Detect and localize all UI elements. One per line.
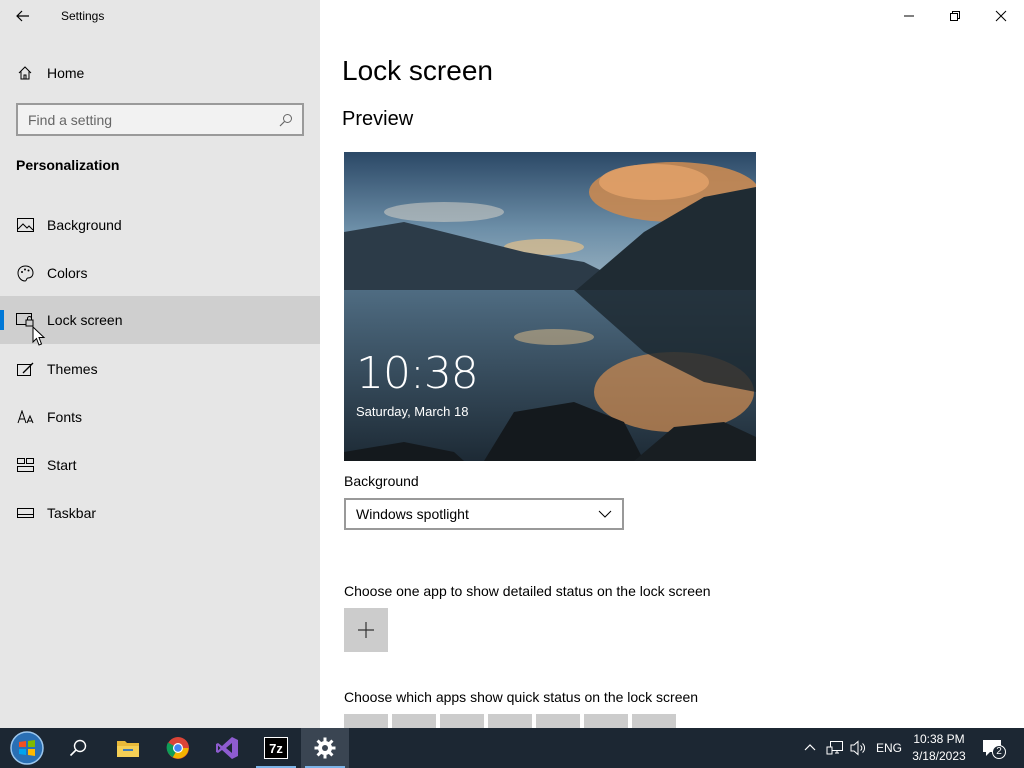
section-title: Personalization [16,157,120,173]
sidebar-item-fonts[interactable]: Fonts [0,393,320,441]
network-icon[interactable] [826,740,844,756]
quick-status-slot[interactable] [344,714,388,728]
sidebar-item-label: Lock screen [47,312,123,328]
preview-heading: Preview [342,108,414,130]
visual-studio-icon [216,737,238,759]
notification-count-badge: 2 [992,745,1006,759]
close-button[interactable] [978,0,1024,32]
sidebar-item-label: Themes [47,361,98,377]
minimize-button[interactable] [886,0,932,32]
home-icon [16,64,34,82]
sidebar: Settings Home Find a setting Personaliza… [0,0,320,728]
taskbar-search-button[interactable] [54,728,102,768]
add-detailed-status-app-button[interactable] [344,608,388,652]
taskbar-chrome[interactable] [154,728,202,768]
taskbar-icon [16,504,34,522]
settings-icon [314,737,336,759]
sidebar-item-background[interactable]: Background [0,201,320,249]
taskbar-time: 10:38 PM [913,732,965,746]
title-bar: Settings [0,0,320,32]
home-label: Home [47,65,85,81]
start-icon [16,456,34,474]
quick-status-slot[interactable] [440,714,484,728]
7zip-label: 7z [269,740,283,756]
sidebar-item-taskbar[interactable]: Taskbar [0,489,320,537]
back-arrow-icon [16,10,29,22]
sidebar-item-label: Taskbar [47,505,97,521]
quick-status-label: Choose which apps show quick status on t… [344,689,699,705]
taskbar-clock[interactable]: 10:38 PM 3/18/2023 [906,731,972,765]
taskbar-date: 3/18/2023 [912,749,966,763]
quick-status-slot[interactable] [584,714,628,728]
picture-icon [16,216,34,234]
font-icon [16,408,34,426]
taskbar-visual-studio[interactable] [203,728,251,768]
page-title: Lock screen [342,55,493,86]
restore-icon [950,11,960,21]
palette-icon [16,264,34,282]
background-label: Background [344,473,419,489]
background-dropdown[interactable]: Windows spotlight [344,498,624,530]
file-explorer-icon [117,741,139,757]
close-icon [995,10,1007,22]
detailed-status-label: Choose one app to show detailed status o… [344,583,711,599]
taskbar: 7z ENG [0,728,1024,768]
taskbar-7zip[interactable]: 7z [252,728,300,768]
preview-date: Saturday, March 18 [356,404,469,419]
volume-icon[interactable] [850,740,868,756]
taskbar-file-explorer[interactable] [104,728,152,768]
restore-button[interactable] [932,0,978,32]
preview-time: 10:38 [356,348,479,399]
start-button[interactable] [2,728,52,768]
sidebar-item-label: Colors [47,265,88,281]
home-nav-item[interactable]: Home [0,50,320,96]
quick-status-slot[interactable] [632,714,676,728]
sidebar-item-start[interactable]: Start [0,441,320,489]
quick-status-slot[interactable] [536,714,580,728]
search-icon [69,739,87,757]
sidebar-item-label: Start [47,457,77,473]
sidebar-item-lock-screen[interactable]: Lock screen [0,296,320,344]
quick-status-slot[interactable] [392,714,436,728]
plus-icon [358,622,374,638]
search-placeholder: Find a setting [28,111,113,128]
sidebar-item-colors[interactable]: Colors [0,249,320,297]
7zip-icon: 7z [264,737,288,759]
search-icon [278,112,294,128]
chevron-down-icon [598,510,612,518]
back-button[interactable] [0,0,46,32]
sidebar-item-label: Fonts [47,409,83,425]
sidebar-item-label: Background [47,217,122,233]
lock-screen-preview: 10:38 Saturday, March 18 [344,152,756,461]
chrome-icon [166,737,189,759]
start-orb-icon [10,731,44,765]
show-hidden-icons-chevron-icon[interactable] [804,743,816,751]
background-dropdown-value: Windows spotlight [356,506,469,522]
app-title: Settings [61,9,105,23]
quick-status-slot[interactable] [488,714,532,728]
minimize-icon [904,15,914,17]
sidebar-item-themes[interactable]: Themes [0,345,320,393]
brush-icon [16,360,34,378]
taskbar-settings[interactable] [301,728,349,768]
action-center-button[interactable]: 2 [980,737,1008,761]
search-input[interactable]: Find a setting [16,103,304,136]
mouse-cursor-icon [32,326,46,346]
language-indicator[interactable]: ENG [876,741,902,755]
